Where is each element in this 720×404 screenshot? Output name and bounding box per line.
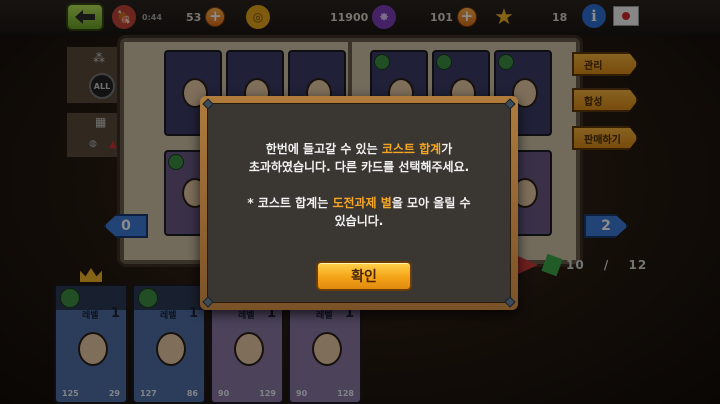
message-highlight: 도전과제 별 <box>332 196 392 210</box>
message-text: * 코스트 합계는 <box>247 196 333 210</box>
message-text: 가 <box>441 142 453 156</box>
confirm-button[interactable]: 확인 <box>316 261 412 291</box>
cost-limit-dialog: 한번에 들고갈 수 있는 코스트 합계가 초과하였습니다. 다른 카드를 선택해… <box>200 96 518 310</box>
dialog-message-line1: 한번에 들고갈 수 있는 코스트 합계가 <box>208 140 510 158</box>
message-highlight: 코스트 합계 <box>381 142 442 156</box>
dialog-message-line3: * 코스트 합계는 도전과제 별을 모아 올릴 수 <box>208 194 510 212</box>
message-text: 을 모아 올릴 수 <box>391 196 471 210</box>
dialog-body: 한번에 들고갈 수 있는 코스트 합계가 초과하였습니다. 다른 카드를 선택해… <box>207 103 511 303</box>
dialog-message-line2: 초과하였습니다. 다른 카드를 선택해주세요. <box>248 160 470 174</box>
message-text: 한번에 들고갈 수 있는 <box>265 142 382 156</box>
dialog-message-line4: 있습니다. <box>334 214 384 228</box>
